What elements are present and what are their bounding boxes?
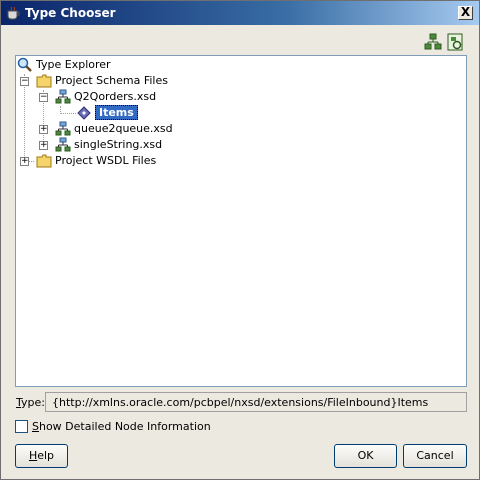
tree-root-label: Type Explorer bbox=[36, 58, 111, 71]
close-button[interactable]: X bbox=[458, 6, 473, 20]
app-cup-icon bbox=[5, 5, 21, 21]
schema-icon bbox=[55, 89, 71, 105]
tree-node-label: Project WSDL Files bbox=[55, 154, 157, 167]
title-bar[interactable]: Type Chooser X bbox=[1, 1, 479, 25]
type-label: Type: bbox=[16, 396, 45, 409]
expand-toggle-icon[interactable]: + bbox=[39, 141, 48, 150]
tree-node-singlestring-xsd[interactable]: + singleString.xsd bbox=[16, 137, 216, 153]
type-label-rest: ype: bbox=[21, 396, 45, 409]
type-tree[interactable]: Type Explorer − Project Schema Files − Q… bbox=[15, 55, 467, 387]
element-icon bbox=[76, 105, 92, 121]
folder-icon bbox=[36, 73, 52, 89]
help-button[interactable]: Help bbox=[15, 444, 68, 468]
type-field[interactable]: {http://xmlns.oracle.com/pcbpel/nxsd/ext… bbox=[45, 392, 467, 412]
cancel-button[interactable]: Cancel bbox=[403, 444, 467, 468]
show-detailed-node-checkbox[interactable] bbox=[15, 420, 28, 433]
help-mnemonic: H bbox=[28, 449, 38, 462]
tree-node-q2qorders-xsd[interactable]: − Q2Qorders.xsd bbox=[16, 89, 216, 105]
help-label-rest: elp bbox=[37, 449, 55, 462]
tree-node-project-wsdl-files[interactable]: + Project WSDL Files bbox=[16, 153, 216, 169]
expand-toggle-icon[interactable]: + bbox=[39, 125, 48, 134]
search-icon bbox=[17, 57, 33, 73]
checkbox-label-rest: how Detailed Node Information bbox=[38, 420, 211, 433]
close-icon: X bbox=[460, 5, 471, 19]
tree-node-label: Project Schema Files bbox=[55, 74, 168, 87]
folder-icon bbox=[36, 153, 52, 169]
collapse-toggle-icon[interactable]: − bbox=[20, 77, 29, 86]
schema-icon bbox=[55, 137, 71, 153]
schema-refresh-icon[interactable] bbox=[446, 33, 464, 51]
tree-node-label: singleString.xsd bbox=[74, 138, 163, 151]
tree-node-label: Q2Qorders.xsd bbox=[74, 90, 157, 103]
tree-node-label-selected: Items bbox=[95, 105, 138, 120]
schema-add-icon[interactable] bbox=[424, 33, 442, 51]
checkbox-label-mnemonic: S bbox=[32, 420, 39, 433]
ok-button[interactable]: OK bbox=[334, 444, 397, 468]
show-detailed-node-label[interactable]: Show Detailed Node Information bbox=[32, 420, 211, 433]
collapse-toggle-icon[interactable]: − bbox=[39, 93, 48, 102]
tree-node-label: queue2queue.xsd bbox=[74, 122, 173, 135]
tree-node-queue2queue-xsd[interactable]: + queue2queue.xsd bbox=[16, 121, 216, 137]
schema-icon bbox=[55, 121, 71, 137]
type-chooser-dialog: Type Chooser X Type Explorer − Project S… bbox=[0, 0, 480, 480]
window-title: Type Chooser bbox=[25, 6, 116, 20]
expand-toggle-icon[interactable]: + bbox=[20, 157, 29, 166]
tree-node-project-schema-files[interactable]: − Project Schema Files bbox=[16, 73, 216, 89]
tree-node-items[interactable]: Items bbox=[16, 105, 216, 121]
